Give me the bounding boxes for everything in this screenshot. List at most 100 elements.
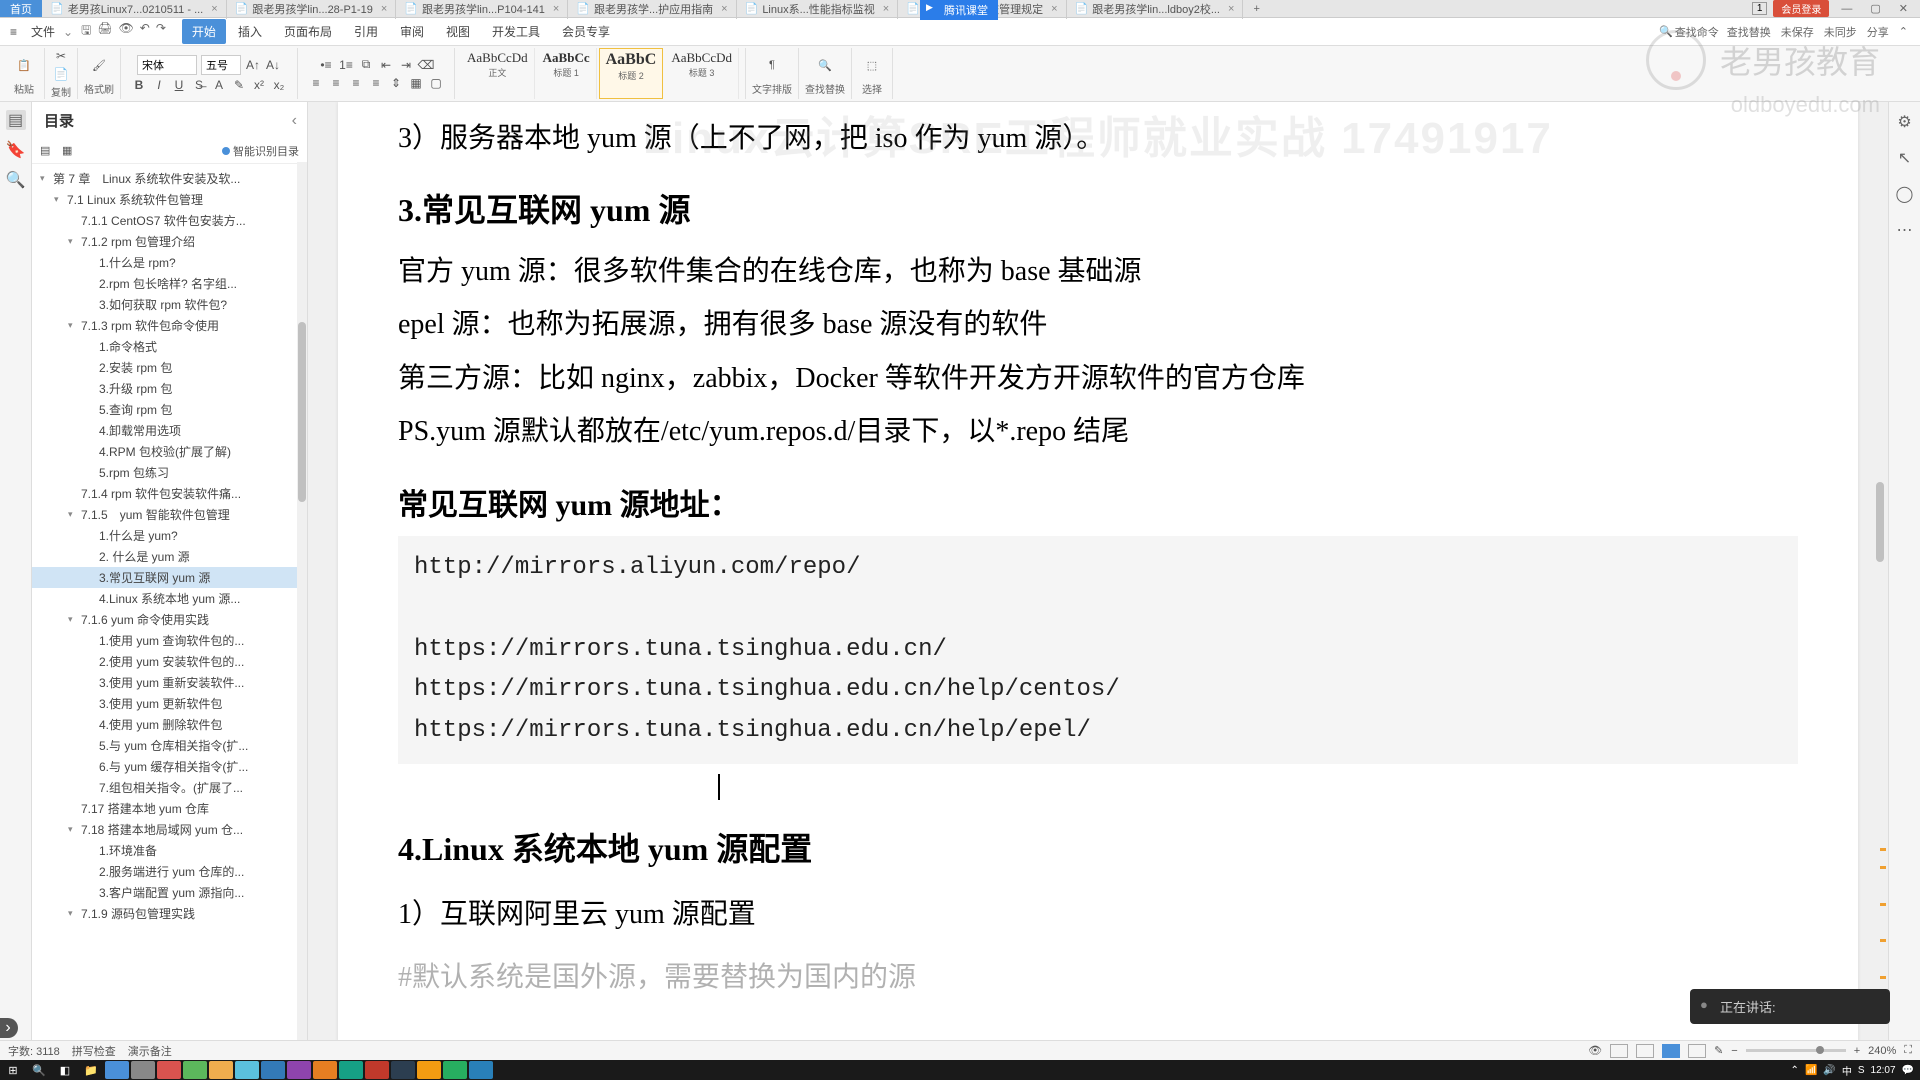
font-color-button[interactable]: A — [211, 77, 227, 93]
tab-start[interactable]: 开始 — [182, 19, 226, 44]
more-rail-icon[interactable]: ⋯ — [1897, 220, 1913, 240]
copy-icon[interactable]: 📄 — [53, 66, 69, 82]
shading-icon[interactable]: ▦ — [408, 75, 424, 91]
style-h3[interactable]: AaBbCcDd标题 3 — [665, 48, 739, 99]
taskbar-app-11[interactable] — [365, 1061, 389, 1079]
outline-item[interactable]: •1.什么是 yum? — [32, 525, 307, 546]
multilevel-list-icon[interactable]: ⧉ — [358, 57, 374, 73]
taskbar-app-5[interactable] — [209, 1061, 233, 1079]
print-icon[interactable]: 🖨 — [97, 21, 112, 42]
notification-icon[interactable]: 💬 — [1902, 1065, 1914, 1076]
close-icon[interactable]: × — [883, 3, 889, 15]
outline-item[interactable]: •2. 什么是 yum 源 — [32, 546, 307, 567]
outline-item[interactable]: •4.Linux 系统本地 yum 源... — [32, 588, 307, 609]
close-icon[interactable]: × — [1051, 3, 1057, 15]
add-tab-button[interactable]: + — [1243, 3, 1269, 15]
doc-tab-5[interactable]: 📄Linux系...性能指标监视× — [737, 0, 899, 19]
highlight-button[interactable]: ✎ — [231, 77, 247, 93]
maximize-icon[interactable]: ▢ — [1864, 2, 1886, 15]
collapse-ribbon-icon[interactable]: ⌃ — [1899, 25, 1908, 38]
word-count[interactable]: 字数: 3118 — [8, 1043, 60, 1059]
file-menu[interactable]: 文件 — [25, 23, 61, 40]
home-tab[interactable]: 首页 — [0, 0, 42, 17]
taskbar-app-10[interactable] — [339, 1061, 363, 1079]
zoom-thumb[interactable] — [1816, 1046, 1824, 1054]
zoom-out-button[interactable]: − — [1731, 1045, 1737, 1057]
preview-icon[interactable]: 👁 — [119, 21, 134, 42]
align-right-icon[interactable]: ≡ — [348, 75, 364, 91]
doc-tab-7[interactable]: 📄跟老男孩学lin...ldboy2校...× — [1067, 0, 1244, 19]
strikethrough-button[interactable]: S̶ — [191, 77, 207, 93]
number-list-icon[interactable]: 1≡ — [338, 57, 354, 73]
outline-item[interactable]: ▾7.1.3 rpm 软件包命令使用 — [32, 315, 307, 336]
chevron-down-icon[interactable]: ▾ — [68, 509, 78, 520]
chevron-down-icon[interactable]: ▾ — [68, 908, 78, 919]
chevron-down-icon[interactable]: ▾ — [68, 236, 78, 247]
tab-review[interactable]: 审阅 — [390, 19, 434, 44]
tray-input-icon[interactable]: S — [1858, 1065, 1865, 1076]
bullet-list-icon[interactable]: •≡ — [318, 57, 334, 73]
zoom-in-button[interactable]: + — [1854, 1045, 1860, 1057]
outline-item[interactable]: ▾第 7 章 Linux 系统软件安装及软... — [32, 168, 307, 189]
taskbar-app-4[interactable] — [183, 1061, 207, 1079]
outline-collapse-icon[interactable]: ‹ — [292, 112, 297, 130]
outline-scroll-thumb[interactable] — [298, 322, 306, 502]
login-button[interactable]: 会员登录 — [1773, 0, 1829, 17]
tray-ime-icon[interactable]: 中 — [1842, 1063, 1852, 1078]
italic-button[interactable]: I — [151, 77, 167, 93]
hamburger-icon[interactable]: ≡ — [4, 25, 23, 39]
taskbar-app-1[interactable] — [105, 1061, 129, 1079]
change-mark[interactable] — [1880, 866, 1886, 869]
tray-network-icon[interactable]: 📶 — [1805, 1065, 1817, 1076]
chevron-down-icon[interactable]: ⌄ — [63, 25, 73, 39]
taskbar-app-9[interactable] — [313, 1061, 337, 1079]
tab-layout[interactable]: 页面布局 — [274, 19, 342, 44]
chevron-down-icon[interactable]: ▾ — [54, 194, 64, 205]
change-mark[interactable] — [1880, 903, 1886, 906]
doc-tab-2[interactable]: 📄跟老男孩学lin...28-P1-19× — [227, 0, 397, 19]
outline-item[interactable]: ▾7.1 Linux 系统软件包管理 — [32, 189, 307, 210]
change-mark[interactable] — [1880, 939, 1886, 942]
taskbar-app-15[interactable] — [469, 1061, 493, 1079]
outline-item[interactable]: ▾7.1.9 源码包管理实践 — [32, 903, 307, 924]
outline-item[interactable]: •4.卸载常用选项 — [32, 420, 307, 441]
outline-item[interactable]: •5.与 yum 仓库相关指令(扩... — [32, 735, 307, 756]
outline-tree[interactable]: ▾第 7 章 Linux 系统软件安装及软...▾7.1 Linux 系统软件包… — [32, 164, 307, 1042]
align-left-icon[interactable]: ≡ — [308, 75, 324, 91]
bookmark-rail-icon[interactable]: 🔖 — [6, 140, 26, 160]
taskbar-app-12[interactable] — [391, 1061, 415, 1079]
chevron-down-icon[interactable]: ▾ — [68, 824, 78, 835]
outline-item[interactable]: •7.1.1 CentOS7 软件包安装方... — [32, 210, 307, 231]
expand-sidebar-icon[interactable]: › — [0, 1018, 18, 1038]
taskbar-app-6[interactable] — [235, 1061, 259, 1079]
properties-rail-icon[interactable]: ⚙ — [1897, 112, 1911, 132]
save-icon[interactable]: 🖫 — [81, 21, 91, 42]
tab-count-badge[interactable]: 1 — [1752, 2, 1768, 15]
outline-item[interactable]: •5.查询 rpm 包 — [32, 399, 307, 420]
decrease-indent-icon[interactable]: ⇤ — [378, 57, 394, 73]
unsaved-label[interactable]: 未保存 — [1781, 24, 1814, 40]
align-justify-icon[interactable]: ≡ — [368, 75, 384, 91]
outline-item[interactable]: •3.升级 rpm 包 — [32, 378, 307, 399]
search-rail-icon[interactable]: 🔍 — [6, 170, 26, 190]
chevron-down-icon[interactable]: ▾ — [40, 173, 50, 184]
tab-view[interactable]: 视图 — [436, 19, 480, 44]
doc-tab-1[interactable]: 📄老男孩Linux7...0210511 - ...× — [42, 0, 227, 19]
task-view-icon[interactable]: ◧ — [52, 1060, 78, 1080]
outline-rail-icon[interactable]: ▤ — [6, 110, 26, 130]
increase-indent-icon[interactable]: ⇥ — [398, 57, 414, 73]
outline-item[interactable]: •2.安装 rpm 包 — [32, 357, 307, 378]
clear-format-icon[interactable]: ⌫ — [418, 57, 434, 73]
document-view[interactable]: Linux云计算SRE工程师就业实战 17491917 3）服务器本地 yum … — [308, 102, 1888, 1042]
close-icon[interactable]: × — [721, 3, 727, 15]
grow-font-icon[interactable]: A↑ — [245, 57, 261, 73]
tab-insert[interactable]: 插入 — [228, 19, 272, 44]
presentation-notes[interactable]: 演示备注 — [128, 1043, 172, 1059]
smart-outline-toggle[interactable]: 智能识别目录 — [222, 143, 299, 159]
change-mark[interactable] — [1880, 848, 1886, 851]
tab-devtools[interactable]: 开发工具 — [482, 19, 550, 44]
close-icon[interactable]: × — [211, 3, 217, 15]
paste-button[interactable]: 📋 — [10, 51, 38, 79]
command-search[interactable]: 🔍 查找命令 查找替换 — [1659, 24, 1771, 40]
fullscreen-icon[interactable]: ⛶ — [1904, 1044, 1912, 1057]
